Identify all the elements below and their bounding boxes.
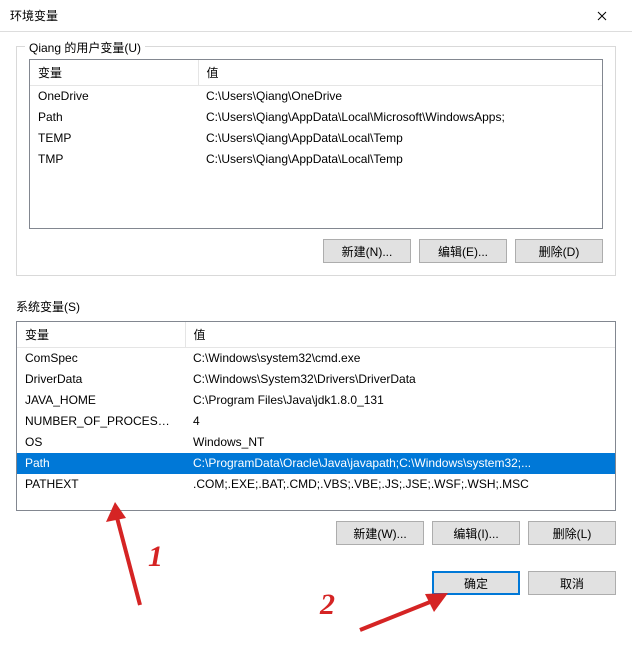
table-row[interactable]: TEMPC:\Users\Qiang\AppData\Local\Temp bbox=[30, 128, 602, 149]
table-cell: Path bbox=[17, 453, 185, 474]
system-edit-button[interactable]: 编辑(I)... bbox=[432, 521, 520, 545]
table-cell: Windows_NT bbox=[185, 432, 615, 453]
table-cell: ComSpec bbox=[17, 348, 185, 370]
col-header-value[interactable]: 值 bbox=[198, 60, 602, 86]
system-vars-group: 变量 值 ComSpecC:\Windows\system32\cmd.exeD… bbox=[16, 321, 616, 545]
table-cell: C:\Windows\System32\Drivers\DriverData bbox=[185, 369, 615, 390]
user-vars-group: Qiang 的用户变量(U) 变量 值 OneDriveC:\Users\Qia… bbox=[16, 46, 616, 276]
table-cell: TMP bbox=[30, 149, 198, 170]
table-row[interactable]: NUMBER_OF_PROCESSORS4 bbox=[17, 411, 615, 432]
table-cell: .COM;.EXE;.BAT;.CMD;.VBS;.VBE;.JS;.JSE;.… bbox=[185, 474, 615, 495]
table-row[interactable]: DriverDataC:\Windows\System32\Drivers\Dr… bbox=[17, 369, 615, 390]
cancel-button[interactable]: 取消 bbox=[528, 571, 616, 595]
table-row[interactable]: OSWindows_NT bbox=[17, 432, 615, 453]
table-row[interactable]: PathC:\Users\Qiang\AppData\Local\Microso… bbox=[30, 107, 602, 128]
table-cell: DriverData bbox=[17, 369, 185, 390]
table-cell: PATHEXT bbox=[17, 474, 185, 495]
col-header-variable[interactable]: 变量 bbox=[30, 60, 198, 86]
table-cell: C:\Users\Qiang\OneDrive bbox=[198, 86, 602, 108]
col-header-variable[interactable]: 变量 bbox=[17, 322, 185, 348]
system-new-button[interactable]: 新建(W)... bbox=[336, 521, 424, 545]
table-cell: C:\Program Files\Java\jdk1.8.0_131 bbox=[185, 390, 615, 411]
table-cell: Path bbox=[30, 107, 198, 128]
system-delete-button[interactable]: 删除(L) bbox=[528, 521, 616, 545]
user-edit-button[interactable]: 编辑(E)... bbox=[419, 239, 507, 263]
user-vars-table-container[interactable]: 变量 值 OneDriveC:\Users\Qiang\OneDrivePath… bbox=[29, 59, 603, 229]
table-row[interactable]: PathC:\ProgramData\Oracle\Java\javapath;… bbox=[17, 453, 615, 474]
table-row[interactable]: JAVA_HOMEC:\Program Files\Java\jdk1.8.0_… bbox=[17, 390, 615, 411]
user-delete-button[interactable]: 删除(D) bbox=[515, 239, 603, 263]
ok-button[interactable]: 确定 bbox=[432, 571, 520, 595]
close-button[interactable] bbox=[580, 0, 624, 31]
table-row[interactable]: PATHEXT.COM;.EXE;.BAT;.CMD;.VBS;.VBE;.JS… bbox=[17, 474, 615, 495]
table-cell: OS bbox=[17, 432, 185, 453]
table-cell: OneDrive bbox=[30, 86, 198, 108]
col-header-value[interactable]: 值 bbox=[185, 322, 615, 348]
table-row[interactable]: OneDriveC:\Users\Qiang\OneDrive bbox=[30, 86, 602, 108]
close-icon bbox=[597, 11, 607, 21]
system-vars-table-container[interactable]: 变量 值 ComSpecC:\Windows\system32\cmd.exeD… bbox=[16, 321, 616, 511]
titlebar: 环境变量 bbox=[0, 0, 632, 32]
table-cell: NUMBER_OF_PROCESSORS bbox=[17, 411, 185, 432]
user-new-button[interactable]: 新建(N)... bbox=[323, 239, 411, 263]
user-vars-table: 变量 值 OneDriveC:\Users\Qiang\OneDrivePath… bbox=[30, 60, 602, 170]
table-cell: C:\Users\Qiang\AppData\Local\Temp bbox=[198, 128, 602, 149]
table-cell: C:\Users\Qiang\AppData\Local\Microsoft\W… bbox=[198, 107, 602, 128]
user-vars-label: Qiang 的用户变量(U) bbox=[25, 39, 145, 56]
table-cell: C:\ProgramData\Oracle\Java\javapath;C:\W… bbox=[185, 453, 615, 474]
table-cell: 4 bbox=[185, 411, 615, 432]
window-title: 环境变量 bbox=[10, 7, 580, 24]
table-cell: C:\Windows\system32\cmd.exe bbox=[185, 348, 615, 370]
table-cell: JAVA_HOME bbox=[17, 390, 185, 411]
table-cell: TEMP bbox=[30, 128, 198, 149]
system-vars-label: 系统变量(S) bbox=[16, 298, 616, 315]
table-row[interactable]: TMPC:\Users\Qiang\AppData\Local\Temp bbox=[30, 149, 602, 170]
table-cell: C:\Users\Qiang\AppData\Local\Temp bbox=[198, 149, 602, 170]
table-row[interactable]: ComSpecC:\Windows\system32\cmd.exe bbox=[17, 348, 615, 370]
system-vars-table: 变量 值 ComSpecC:\Windows\system32\cmd.exeD… bbox=[17, 322, 615, 495]
